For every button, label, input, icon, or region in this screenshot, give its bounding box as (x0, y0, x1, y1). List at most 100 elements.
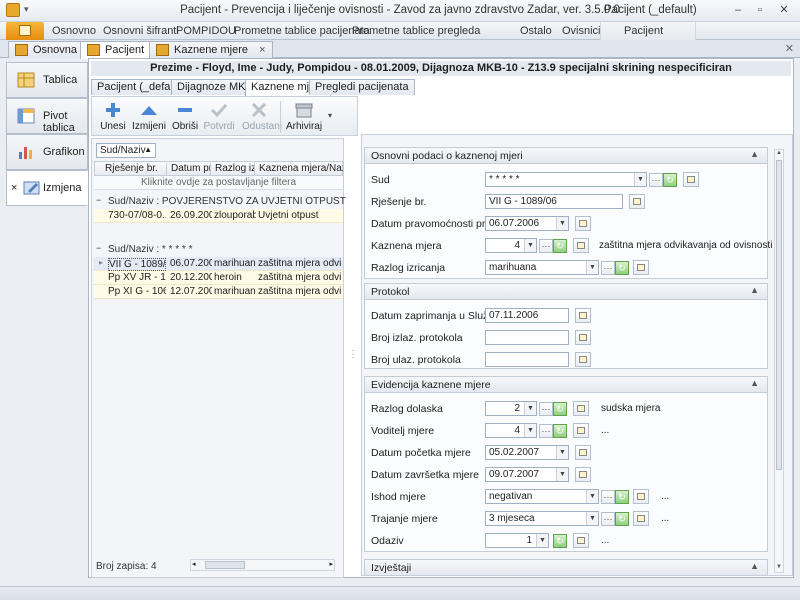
edit-button[interactable] (629, 194, 645, 209)
odustani-button[interactable]: Odustani (242, 99, 282, 135)
close-icon[interactable]: ✕ (776, 3, 792, 17)
collapse-icon[interactable]: ▲ (750, 285, 759, 295)
refresh-icon[interactable]: ↻ (553, 402, 567, 416)
lookup-button[interactable]: ··· (601, 490, 615, 504)
lookup-button[interactable]: ··· (601, 261, 615, 275)
chevron-down-icon[interactable]: ▼ (586, 261, 598, 274)
nav-item-tablica[interactable]: Tablica (6, 62, 88, 98)
refresh-icon[interactable]: ↻ (553, 239, 567, 253)
column-header-rjesenje[interactable]: Rješenje br. (103, 163, 167, 176)
kaznena-mjera-field[interactable]: 4 ▼ (485, 238, 537, 253)
edit-button[interactable] (575, 308, 591, 323)
edit-button[interactable] (575, 352, 591, 367)
scroll-left-icon[interactable]: ◂ (192, 560, 196, 568)
nav-item-pivot-tablica[interactable]: Pivot tablica (6, 98, 88, 134)
collapse-icon[interactable]: − (96, 195, 101, 205)
refresh-icon[interactable]: ↻ (615, 512, 629, 526)
table-row[interactable]: 730-07/08-0... 26.09.2008 zlouporab... U… (94, 209, 343, 223)
nav-item-izmjena[interactable]: × Izmjena (6, 170, 88, 206)
edit-button[interactable] (633, 489, 649, 504)
rjesenje-field[interactable]: VII G - 1089/06 (485, 194, 623, 209)
lookup-button[interactable]: ··· (601, 512, 615, 526)
ishod-mjere-field[interactable]: negativan ▼ (485, 489, 599, 504)
refresh-icon[interactable]: ↻ (615, 490, 629, 504)
chevron-down-icon[interactable]: ▼ (524, 239, 536, 252)
broj-izlaz-protokola-field[interactable] (485, 330, 569, 345)
column-header-datum[interactable]: Datum pravomoćnosti (169, 163, 211, 176)
table-row[interactable]: Pp XI G - 106... 12.07.2006 marihuana za… (94, 285, 343, 299)
close-icon[interactable]: × (11, 182, 17, 194)
table-row[interactable]: Pp XV JR - 1... 20.12.2007 heroin zaštit… (94, 271, 343, 285)
ribbon-tab-pacijent[interactable]: Pacijent (624, 25, 663, 37)
column-header-kaznena-mjera[interactable]: Kaznena mjera/Naziv (257, 163, 343, 176)
nav-item-grafikon[interactable]: Grafikon (6, 134, 88, 170)
chevron-down-icon[interactable]: ▼ (524, 424, 536, 437)
edit-button[interactable] (633, 260, 649, 275)
edit-button[interactable] (573, 238, 589, 253)
section-header[interactable]: Evidencija kaznene mjere ▲ (365, 377, 767, 393)
edit-button[interactable] (573, 423, 589, 438)
chevron-down-icon[interactable]: ▼ (634, 173, 646, 186)
filter-row[interactable]: Kliknite ovdje za postavljanje filtera (94, 176, 343, 190)
scroll-down-icon[interactable]: ▼ (775, 564, 783, 572)
broj-ulaz-protokola-field[interactable] (485, 352, 569, 367)
ribbon-tab-ovisnici[interactable]: Ovisnici (562, 25, 601, 37)
scroll-up-icon[interactable]: ▲ (775, 150, 783, 158)
datum-pocetka-field[interactable]: 05.02.2007 ▼ (485, 445, 569, 460)
arhiviraj-button[interactable]: Arhiviraj (284, 99, 324, 135)
edit-button[interactable] (633, 511, 649, 526)
chevron-down-icon[interactable]: ▼ (586, 512, 598, 525)
section-header[interactable]: Izvještaji ▲ (365, 560, 767, 575)
edit-button[interactable] (573, 533, 589, 548)
group-row[interactable]: − Sud/Naziv : * * * * * (94, 243, 343, 257)
toolbar-more-icon[interactable]: ▾ (328, 111, 332, 120)
razlog-dolaska-field[interactable]: 2 ▼ (485, 401, 537, 416)
minimize-icon[interactable]: – (730, 3, 746, 17)
izmijeni-button[interactable]: Izmijeni (132, 99, 166, 135)
lookup-button[interactable]: ··· (539, 239, 553, 253)
chevron-down-icon[interactable]: ▼ (556, 217, 568, 230)
collapse-icon[interactable]: − (96, 243, 101, 253)
razlog-izricanja-field[interactable]: marihuana ▼ (485, 260, 599, 275)
subtab-pregledi[interactable]: Pregledi pacijenata (309, 79, 415, 95)
vertical-scrollbar[interactable]: ▲ ▼ (774, 149, 784, 573)
trajanje-mjere-field[interactable]: 3 mjeseca ▼ (485, 511, 599, 526)
edit-button[interactable] (575, 216, 591, 231)
refresh-icon[interactable]: ↻ (553, 424, 567, 438)
splitter-handle[interactable]: ⋮ (348, 349, 358, 360)
edit-button[interactable] (575, 445, 591, 460)
sud-field[interactable]: * * * * * ▼ (485, 172, 647, 187)
voditelj-mjere-field[interactable]: 4 ▼ (485, 423, 537, 438)
potvrdi-button[interactable]: Potvrdi (202, 99, 236, 135)
scroll-right-icon[interactable]: ▸ (329, 560, 333, 568)
ribbon-tab-osnovni-sifranti[interactable]: Osnovni šifranti (103, 25, 179, 37)
refresh-icon[interactable]: ↻ (553, 534, 567, 548)
maximize-icon[interactable]: ▫ (752, 3, 768, 17)
lookup-button[interactable]: ··· (539, 424, 553, 438)
file-button[interactable] (6, 22, 44, 40)
chevron-down-icon[interactable]: ▼ (524, 402, 536, 415)
section-header[interactable]: Protokol ▲ (365, 284, 767, 300)
scrollbar-thumb[interactable] (205, 561, 245, 569)
edit-button[interactable] (575, 467, 591, 482)
ribbon-tab-pompidou[interactable]: POMPIDOU (176, 25, 236, 37)
chevron-down-icon[interactable]: ▼ (556, 446, 568, 459)
edit-button[interactable] (573, 401, 589, 416)
datum-zavrsetka-field[interactable]: 09.07.2007 ▼ (485, 467, 569, 482)
chevron-down-icon[interactable]: ▼ (536, 534, 548, 547)
edit-button[interactable] (575, 330, 591, 345)
ribbon-tab-prometne-pregleda[interactable]: Prometne tablice pregleda (352, 25, 480, 37)
ribbon-tab-osnovno[interactable]: Osnovno (52, 25, 96, 37)
close-all-tabs-icon[interactable]: ✕ (785, 42, 794, 55)
group-row[interactable]: − Sud/Naziv : POVJERENSTVO ZA UVJETNI OT… (94, 195, 346, 209)
scrollbar-thumb[interactable] (776, 160, 782, 470)
section-header[interactable]: Osnovni podaci o kaznenoj mjeri ▲ (365, 148, 767, 164)
table-row[interactable]: ▸ VII G - 1089/06 06.07.2006 marihuana z… (94, 257, 343, 271)
lookup-button[interactable]: ··· (649, 173, 663, 187)
refresh-icon[interactable]: ↻ (615, 261, 629, 275)
chevron-down-icon[interactable]: ▼ (556, 468, 568, 481)
ribbon-tab-ostalo[interactable]: Ostalo (520, 25, 552, 37)
collapse-icon[interactable]: ▲ (750, 378, 759, 388)
chevron-down-icon[interactable]: ▼ (586, 490, 598, 503)
edit-button[interactable] (683, 172, 699, 187)
